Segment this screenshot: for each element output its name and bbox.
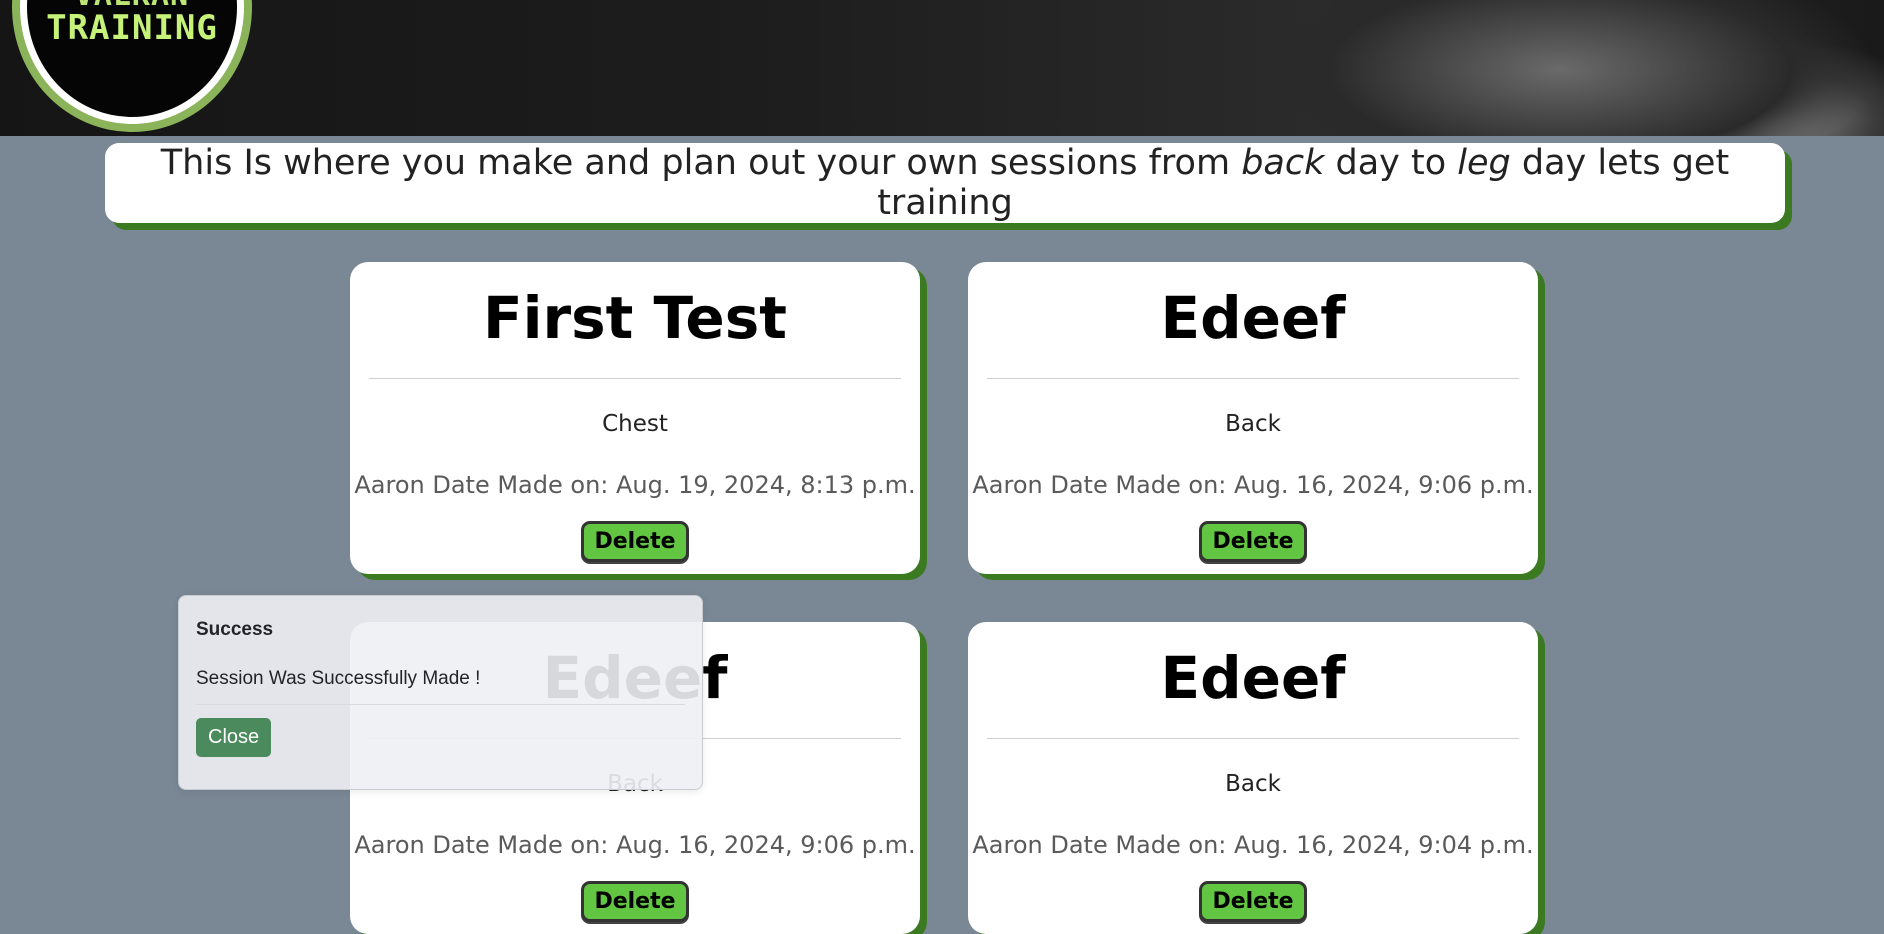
intro-emphasis-leg: leg [1457,143,1511,183]
delete-button[interactable]: Delete [581,521,689,562]
session-title: First Test [483,284,787,352]
session-card: Edeef Back Aaron Date Made on: Aug. 16, … [968,262,1538,574]
success-toast: Success Session Was Successfully Made ! … [178,595,703,790]
logo-text-line2: TRAINING [46,8,218,49]
session-meta: Aaron Date Made on: Aug. 16, 2024, 9:06 … [972,471,1534,499]
intro-banner: This Is where you make and plan out your… [105,143,1785,223]
session-category: Chest [602,411,668,437]
toast-divider [196,704,685,705]
intro-text: This Is where you make and plan out your… [160,143,1730,223]
session-meta: Aaron Date Made on: Aug. 16, 2024, 9:04 … [972,831,1534,859]
session-title: Edeef [1160,284,1346,352]
card-divider [369,378,901,379]
session-title: Edeef [1160,644,1346,712]
session-meta: Aaron Date Made on: Aug. 19, 2024, 8:13 … [354,471,916,499]
intro-emphasis-back: back [1241,143,1325,183]
toast-close-button[interactable]: Close [196,718,272,757]
logo-text-line1: VALKAN [75,0,189,11]
delete-button[interactable]: Delete [1199,881,1307,922]
card-divider [987,378,1519,379]
delete-button[interactable]: Delete [1199,521,1307,562]
session-card: Edeef Back Aaron Date Made on: Aug. 16, … [968,622,1538,934]
session-card: First Test Chest Aaron Date Made on: Aug… [350,262,920,574]
delete-button[interactable]: Delete [581,881,689,922]
session-meta: Aaron Date Made on: Aug. 16, 2024, 9:06 … [354,831,916,859]
toast-message: Session Was Successfully Made ! [196,668,481,689]
session-category: Back [1225,411,1281,437]
site-logo[interactable]: VALKAN TRAINING [12,0,252,132]
card-divider [987,738,1519,739]
session-category: Back [1225,771,1281,797]
hero-banner: VALKAN TRAINING [0,0,1884,136]
toast-title: Success [196,619,274,640]
